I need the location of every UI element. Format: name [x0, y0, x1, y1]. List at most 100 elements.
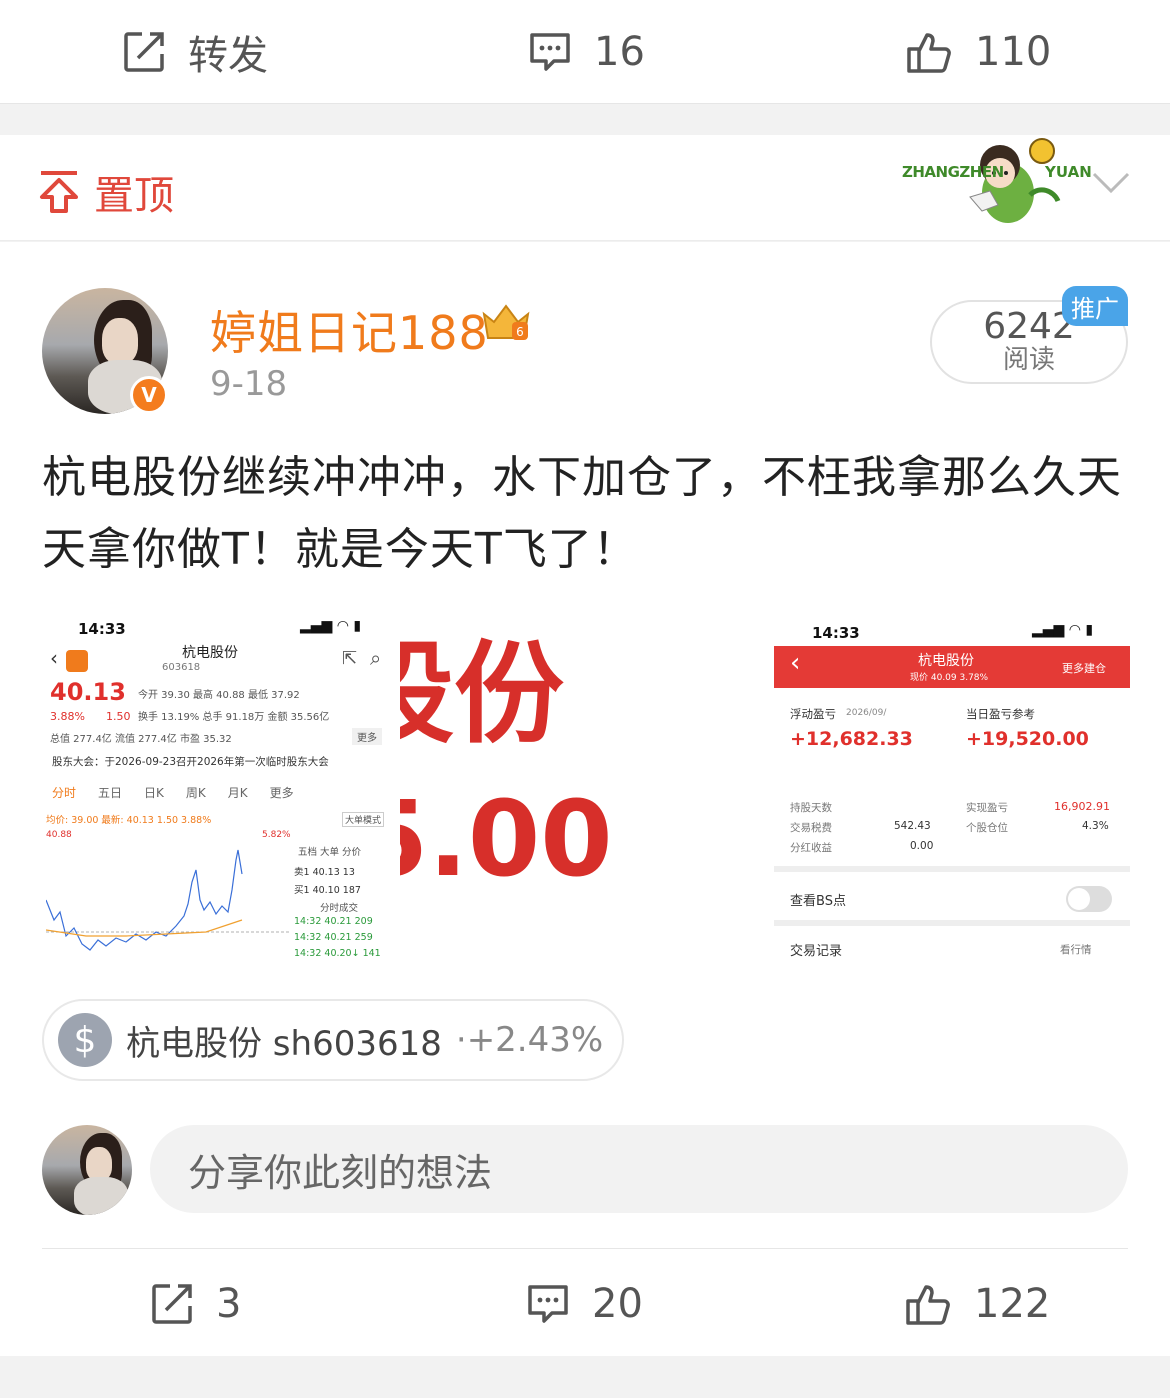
sell-1: 卖1 40.13 13: [294, 867, 355, 878]
last-price: 40.13: [50, 678, 126, 706]
abs-change: 1.50: [106, 710, 131, 723]
bs-point-label: 查看BS点: [790, 894, 846, 909]
tab-5day: 五日: [98, 786, 123, 800]
post-text: 杭电股份继续冲冲冲，水下加仓了，不枉我拿那么久天天拿你做T！就是今天T飞了！: [42, 452, 1122, 575]
float-date: 2026/09/: [846, 708, 887, 718]
stats-row-3: 总值 277.4亿 流值 277.4亿 市盈 35.32: [50, 734, 232, 745]
repost-button[interactable]: 3: [150, 1252, 241, 1356]
pinned-row: 置顶 ZHANGZHEN YUAN: [0, 135, 1170, 241]
tab-week-k: 周K: [185, 786, 206, 800]
pinned-text: 置顶: [94, 173, 174, 219]
stock-tag-change: ·+2.43%: [455, 1020, 604, 1060]
tax-label: 交易税费: [790, 822, 832, 834]
pinned-label: 置顶: [38, 163, 174, 221]
badge-text-right: YUAN: [1045, 163, 1092, 181]
read-label: 阅读: [1002, 345, 1055, 375]
promote-badge[interactable]: 推广: [1062, 286, 1128, 326]
status-icons: ▂▄▆ ◠ ▮: [300, 618, 362, 634]
pin-top-icon: [40, 171, 78, 213]
top-action-bar: 转发 16 110: [0, 0, 1170, 104]
tab-month-k: 月K: [227, 786, 248, 800]
header-title: 杭电股份: [918, 653, 974, 669]
tax-value: 542.43: [894, 820, 931, 832]
comment-button[interactable]: 20: [526, 1252, 643, 1356]
buy-1: 买1 40.10 187: [294, 885, 361, 896]
more-button: 更多: [352, 728, 382, 745]
realized-label: 实现盈亏: [966, 802, 1008, 814]
more-position-button: 更多建仓: [1062, 662, 1106, 675]
trades-title: 分时成交: [320, 903, 359, 914]
day-label: 当日盈亏参考: [966, 707, 1035, 721]
verified-badge-icon: V: [130, 376, 168, 414]
chevron-down-icon[interactable]: [1092, 171, 1130, 195]
mid-text-bottom: 5.00: [400, 778, 613, 900]
bs-toggle: [1066, 886, 1112, 912]
status-time-r: 14:33: [812, 624, 860, 642]
commenter-avatar: [42, 1125, 132, 1215]
repost-icon: [124, 31, 164, 72]
stats-row-2: 换手 13.19% 总手 91.18万 金额 35.56亿: [138, 712, 330, 723]
orderbook-tabs: 五档 大单 分价: [298, 847, 362, 858]
tab-intraday: 分时: [52, 786, 77, 800]
repost-label: 转发: [188, 32, 268, 79]
intraday-chart: [46, 849, 290, 951]
mid-text-top: 股份: [400, 630, 564, 758]
position-value: 4.3%: [1082, 820, 1109, 832]
like-count: 110: [975, 28, 1052, 75]
card-divider: [42, 1248, 1128, 1249]
repost-button[interactable]: 转发: [122, 0, 268, 103]
repost-count: 3: [216, 1281, 242, 1327]
svg-text:6: 6: [516, 325, 524, 339]
comment-button[interactable]: 16: [528, 0, 645, 103]
post-image-1[interactable]: 14:33 ▂▄▆ ◠ ▮ ‹ 杭电股份 603618 ⇱ ⌕ 40.13 3.…: [42, 608, 400, 964]
day-value: +19,520.00: [966, 728, 1089, 750]
comment-count: 20: [592, 1281, 643, 1327]
badge-text-left: ZHANGZHEN: [902, 163, 1004, 181]
back-icon-r: ‹: [790, 648, 801, 678]
dollar-icon: $: [58, 1013, 112, 1067]
comment-count: 16: [594, 28, 645, 75]
stock-tag-name: 杭电股份 sh603618: [126, 1023, 442, 1064]
stock-title: 杭电股份: [182, 645, 238, 661]
like-button[interactable]: 122: [904, 1252, 1050, 1356]
bottom-action-bar: 3 20 122: [0, 1252, 1170, 1356]
avg-line: 均价: 39.00 最新: 40.13 1.50 3.88%: [46, 815, 212, 826]
crown-level-icon: 6: [482, 304, 530, 340]
section-divider: [774, 866, 1130, 872]
position-label: 个股仓位: [966, 822, 1008, 834]
realized-value: 16,902.91: [1054, 800, 1110, 813]
thumbs-up-icon: [907, 32, 951, 73]
back-icon: ‹: [50, 646, 58, 670]
comment-input[interactable]: 分享你此刻的想法: [150, 1125, 1128, 1213]
thumbs-up-icon: [906, 1285, 950, 1325]
status-icons-r: ▂▄▆ ◠ ▮: [1032, 622, 1094, 638]
float-value: +12,682.33: [790, 728, 913, 750]
stock-tag-chip[interactable]: $ 杭电股份 sh603618 ·+2.43%: [42, 999, 624, 1081]
header-subtitle: 现价 40.09 3.78%: [910, 673, 989, 683]
stock-code: 603618: [162, 662, 201, 673]
tab-more: 更多: [269, 786, 294, 800]
trade-row-1: 14:32 40.21 209: [294, 916, 373, 927]
post-card: V 婷姐日记188 6 9-18 6242 阅读 推广 杭电股份继续冲冲冲，水下…: [0, 242, 1170, 1252]
pct-change: 3.88%: [50, 710, 85, 723]
share-icon: ⇱: [342, 648, 358, 669]
comment-icon: [530, 32, 570, 71]
trade-row-3: 14:32 40.20↓ 141: [294, 948, 381, 959]
chart-tabs: 分时 五日 日K 周K 月K 更多: [52, 784, 294, 801]
fan-badge-art: ZHANGZHEN YUAN: [900, 135, 1092, 241]
chart-top-pct: 5.82%: [262, 830, 291, 840]
big-order-mode: 大单模式: [342, 812, 385, 827]
search-icon: ⌕: [370, 646, 382, 670]
like-count: 122: [974, 1281, 1051, 1327]
post-image-2[interactable]: 股份 5.00: [400, 608, 774, 964]
post-date: 9-18: [210, 364, 288, 404]
float-label: 浮动盈亏: [790, 707, 836, 721]
username[interactable]: 婷姐日记188: [210, 297, 489, 363]
post-image-3[interactable]: 14:33 ▂▄▆ ◠ ▮ ‹ 杭电股份 现价 40.09 3.78% 更多建仓…: [774, 608, 1130, 964]
trade-row-2: 14:32 40.21 259: [294, 932, 373, 943]
market-link: 看行情: [1060, 944, 1092, 956]
like-button[interactable]: 110: [905, 0, 1051, 103]
tab-day-k: 日K: [144, 786, 164, 800]
row-divider: [774, 920, 1130, 926]
notice-bar: 股东大会：于2026-09-23召开2026年第一次临时股东大会: [52, 756, 329, 768]
